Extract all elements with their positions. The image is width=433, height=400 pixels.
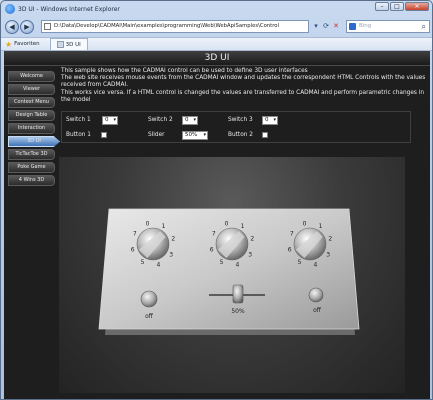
- knob-2-dial-number: 5: [220, 259, 224, 266]
- switch2-value: 0: [185, 117, 189, 123]
- knob-3-dial-number: 0: [303, 221, 307, 228]
- knob-3[interactable]: [293, 227, 327, 261]
- switch3-label: Switch 3: [228, 117, 253, 123]
- knob-2[interactable]: [215, 227, 249, 261]
- tab-page-icon: [56, 41, 64, 48]
- button1-state-label: off: [145, 313, 154, 320]
- description-line-1: This sample shows how the CADMAI control…: [61, 68, 308, 74]
- description-line-2: The web site receives mouse events from …: [61, 75, 426, 89]
- switch3-value: 0: [265, 117, 269, 123]
- tab-title: 3D UI: [65, 41, 81, 48]
- sidebar-item-viewer[interactable]: Viewer: [8, 84, 55, 95]
- main-panel: This sample shows how the CADMAI control…: [61, 68, 426, 143]
- window-title: 3D UI - Windows Internet Explorer: [18, 5, 120, 13]
- knob-1-dial-number: 6: [131, 246, 135, 253]
- chevron-down-icon: ▾: [193, 117, 196, 123]
- knob-2-dial-number: 4: [235, 261, 239, 268]
- slider-value: 50%: [185, 132, 198, 138]
- control-panel: Switch 1 0 ▾ Switch 2 0 ▾ Switch 3 0 ▾ Butt…: [61, 111, 411, 143]
- page-title: 3D UI: [4, 51, 430, 66]
- knob-2-dial-number: 2: [250, 236, 254, 243]
- knob-2-dial-number: 3: [248, 252, 252, 259]
- page-icon: [44, 23, 51, 30]
- page-content: 3D UI Welcome Viewer Context Menu Design…: [4, 51, 430, 399]
- ie-logo-icon: [5, 4, 15, 14]
- search-input[interactable]: Bing ⌕: [346, 20, 430, 33]
- button1-checkbox[interactable]: [101, 132, 107, 138]
- button2-state-label: off: [313, 307, 322, 314]
- slider-label: Slider: [148, 132, 165, 138]
- sidebar-item-context-menu[interactable]: Context Menu: [8, 97, 55, 108]
- slider-handle[interactable]: [232, 284, 244, 304]
- knob-1[interactable]: [136, 227, 170, 261]
- button2-label: Button 2: [228, 132, 253, 138]
- star-icon: ★: [5, 39, 13, 49]
- switch1-value: 0: [105, 117, 109, 123]
- address-bar[interactable]: D:\Data\Develop\CADMAI\Main\examples\pro…: [41, 20, 309, 33]
- address-text: D:\Data\Develop\CADMAI\Main\examples\pro…: [54, 23, 280, 29]
- knob-3-dial-number: 7: [290, 231, 294, 238]
- tab-3d-ui[interactable]: 3D UI: [49, 38, 88, 50]
- knob-1-dial-number: 4: [156, 261, 160, 268]
- knob-3-dial-number: 4: [313, 261, 317, 268]
- chevron-down-icon: ▾: [203, 132, 206, 138]
- switch1-select[interactable]: 0 ▾: [102, 116, 118, 125]
- title-bar: 3D UI - Windows Internet Explorer – □ ✕: [1, 1, 432, 17]
- sidebar-item-tictactoe-3d[interactable]: TicTacToe 3D: [8, 149, 55, 160]
- switch1-label: Switch 1: [66, 117, 91, 123]
- knob-2-dial-number: 6: [210, 246, 214, 253]
- search-icon[interactable]: ⌕: [422, 21, 426, 32]
- sidebar-item-welcome[interactable]: Welcome: [8, 71, 55, 82]
- favorites-bar: ★ Favoriten 3D UI: [1, 37, 432, 51]
- sidebar-item-interaction[interactable]: Interaction: [8, 123, 55, 134]
- sidebar: Welcome Viewer Context Menu Design Table…: [6, 67, 60, 186]
- favorites-label: Favoriten: [14, 41, 40, 47]
- button1-label: Button 1: [66, 132, 91, 138]
- 3d-scene[interactable]: 0 12345670 12345670 1234567 off 50% off: [59, 157, 405, 393]
- bing-logo-icon: [349, 23, 356, 30]
- sidebar-item-poke-game[interactable]: Poke Game: [8, 162, 55, 173]
- knob-1-dial-number: 2: [171, 236, 175, 243]
- dropdown-icon[interactable]: ▾: [311, 21, 321, 32]
- chevron-down-icon: ▾: [273, 117, 276, 123]
- switch2-label: Switch 2: [148, 117, 173, 123]
- knob-3-dial-number: 1: [319, 223, 323, 230]
- favorites-button[interactable]: ★ Favoriten: [5, 40, 40, 49]
- push-button-1[interactable]: [140, 290, 158, 308]
- sidebar-item-3d-ui[interactable]: 3D UI: [8, 136, 60, 147]
- knob-2-dial-number: 7: [212, 231, 216, 238]
- knob-1-dial-number: 1: [162, 223, 166, 230]
- knob-3-dial-number: 6: [288, 246, 292, 253]
- back-button[interactable]: ◀: [5, 20, 19, 34]
- knob-3-dial-number: 5: [298, 259, 302, 266]
- knob-3-dial-number: 3: [326, 252, 330, 259]
- chevron-down-icon: ▾: [113, 117, 116, 123]
- close-button[interactable]: ✕: [405, 2, 429, 11]
- sidebar-item-4-wins-3d[interactable]: 4 Wins 3D: [8, 175, 55, 186]
- cadmai-3d-viewport[interactable]: 012345670123456701234567 off 50% off: [59, 157, 405, 393]
- stop-icon[interactable]: ✕: [331, 21, 341, 32]
- maximize-button[interactable]: □: [390, 2, 404, 11]
- search-placeholder: Bing: [359, 23, 372, 29]
- knob-2-dial-number: 0: [225, 221, 229, 228]
- refresh-icon[interactable]: ⟳: [321, 21, 331, 32]
- knob-1-dial-number: 5: [141, 259, 145, 266]
- sidebar-item-design-table[interactable]: Design Table: [8, 110, 55, 121]
- button2-checkbox[interactable]: [262, 132, 268, 138]
- switch2-select[interactable]: 0 ▾: [182, 116, 198, 125]
- knob-2-dial-number: 1: [241, 223, 245, 230]
- knob-3-dial-number: 2: [328, 236, 332, 243]
- forward-button[interactable]: ▶: [20, 20, 34, 34]
- minimize-button[interactable]: –: [375, 2, 389, 11]
- slider-select[interactable]: 50% ▾: [182, 131, 208, 140]
- knob-1-dial-number: 7: [133, 231, 137, 238]
- knob-1-dial-number: 0: [146, 221, 150, 228]
- navigation-bar: ◀ ▶ D:\Data\Develop\CADMAI\Main\examples…: [1, 17, 432, 37]
- push-button-2[interactable]: [308, 287, 324, 303]
- switch3-select[interactable]: 0 ▾: [262, 116, 278, 125]
- browser-window: 3D UI - Windows Internet Explorer – □ ✕ …: [0, 0, 433, 400]
- description-line-3: This works vice versa. If a HTML control…: [61, 89, 425, 103]
- knob-1-dial-number: 3: [169, 252, 173, 259]
- slider-value-label: 50%: [231, 308, 245, 315]
